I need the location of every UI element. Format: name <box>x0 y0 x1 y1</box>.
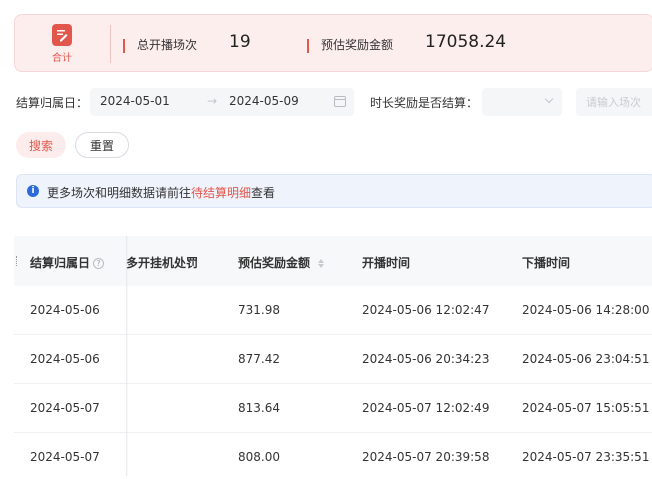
sort-icon[interactable] <box>318 259 326 268</box>
settled-filter-label: 时长奖励是否结算： <box>370 95 479 110</box>
stat-reward-label: 预估奖励金额 <box>321 38 394 52</box>
stat-marker <box>123 39 125 53</box>
cell-date: 2024-05-07 <box>30 450 100 464</box>
pending-details-link[interactable]: 待结算明细 <box>191 186 251 200</box>
cell-reward: 813.64 <box>238 401 280 415</box>
header-reward[interactable]: 预估奖励金额 <box>238 254 326 271</box>
chevron-down-icon <box>544 94 554 104</box>
info-icon: i <box>27 185 39 197</box>
session-input[interactable] <box>576 88 652 116</box>
table-row: 2024-05-07 808.00 2024-05-07 20:39:58 20… <box>14 433 652 479</box>
search-button[interactable]: 搜索 <box>16 132 66 158</box>
header-date[interactable]: 结算归属日? <box>30 254 105 271</box>
help-icon[interactable]: ? <box>93 258 105 269</box>
cell-start: 2024-05-07 12:02:49 <box>362 401 490 415</box>
cell-date: 2024-05-06 <box>30 303 100 317</box>
calendar-icon[interactable] <box>334 96 346 107</box>
cell-end: 2024-05-07 15:05:51 <box>522 401 650 415</box>
table-row: 2024-05-06 731.98 2024-05-06 12:02:47 20… <box>14 286 652 335</box>
cell-end: 2024-05-06 23:04:51 <box>522 352 650 366</box>
cell-end: 2024-05-07 23:35:51 <box>522 450 650 464</box>
cell-reward: 731.98 <box>238 303 280 317</box>
settled-select[interactable] <box>482 88 562 116</box>
cell-date: 2024-05-07 <box>30 401 100 415</box>
notice-text: 更多场次和明细数据请前往待结算明细查看 <box>47 186 276 200</box>
header-penalty: 多开挂机处罚 <box>126 256 199 270</box>
table-header: 结算归属日? 多开挂机处罚 预估奖励金额 开播时间 下播时间 <box>14 236 652 286</box>
date-filter-label: 结算归属日： <box>16 95 89 110</box>
stat-live-count-label: 总开播场次 <box>137 38 198 52</box>
cell-reward: 877.42 <box>238 352 280 366</box>
info-notice: i 更多场次和明细数据请前往待结算明细查看 <box>16 174 652 208</box>
date-range-picker[interactable]: 2024-05-01 → 2024-05-09 <box>90 88 354 116</box>
total-badge-label: 合计 <box>52 53 72 64</box>
cell-reward: 808.00 <box>238 450 280 464</box>
fixed-column-shadow <box>126 236 128 476</box>
reset-button[interactable]: 重置 <box>75 132 129 158</box>
cell-start: 2024-05-06 12:02:47 <box>362 303 490 317</box>
cell-start: 2024-05-07 20:39:58 <box>362 450 490 464</box>
date-end[interactable]: 2024-05-09 <box>229 94 299 108</box>
header-end-time: 下播时间 <box>522 256 571 270</box>
table-row: 2024-05-07 813.64 2024-05-07 12:02:49 20… <box>14 384 652 433</box>
table-row: 2024-05-06 877.42 2024-05-06 20:34:23 20… <box>14 335 652 384</box>
column-resize-handle[interactable] <box>16 256 18 266</box>
edit-document-icon <box>52 24 72 46</box>
cell-start: 2024-05-06 20:34:23 <box>362 352 490 366</box>
header-start-time: 开播时间 <box>362 256 411 270</box>
date-start[interactable]: 2024-05-01 <box>100 94 170 108</box>
stat-reward-value: 17058.24 <box>425 32 507 52</box>
date-range-arrow: → <box>207 94 218 108</box>
stat-marker <box>307 39 309 53</box>
summary-divider <box>110 25 111 63</box>
total-badge: 合计 <box>45 24 79 64</box>
stat-live-count-value: 19 <box>229 32 251 52</box>
cell-date: 2024-05-06 <box>30 352 100 366</box>
summary-panel: 合计 总开播场次 19 预估奖励金额 17058.24 <box>14 14 652 72</box>
cell-end: 2024-05-06 14:28:00 <box>522 303 650 317</box>
